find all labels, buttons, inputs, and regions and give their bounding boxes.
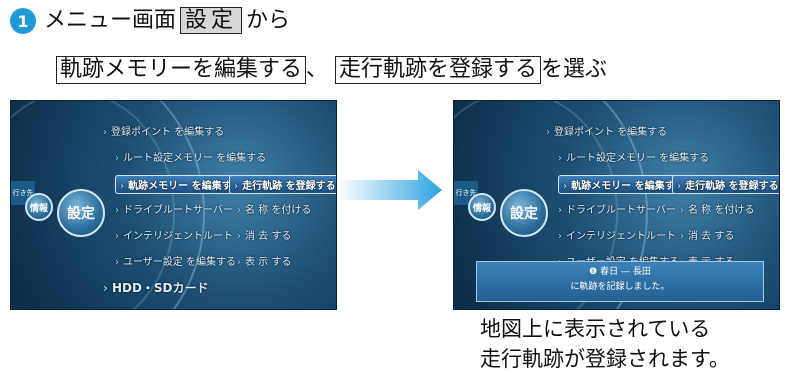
settings-button[interactable]: 設定 xyxy=(500,189,548,237)
option-drive-track-label: 走行軌跡を登録する xyxy=(335,56,542,84)
menu-item-intelligent-route[interactable]: インテリジェントルート xyxy=(558,227,676,242)
menu-item-drive-root[interactable]: ドライブルートサーバー xyxy=(558,201,676,216)
menu-item-user-settings[interactable]: ユーザー設定 を編集する xyxy=(115,253,236,268)
menu-item-name[interactable]: 名 称 を付ける xyxy=(237,201,311,216)
step-number-badge: 1 xyxy=(10,8,36,34)
separator: 、 xyxy=(306,57,329,82)
nav-menu-screen-before: 行き先 情報 設定 登録ポイント を編集する ルート設定メモリー を編集する 軌… xyxy=(10,100,337,310)
menu-item-register-point[interactable]: 登録ポイント を編集する xyxy=(103,123,224,138)
instruction-text: から xyxy=(246,8,291,33)
menu-item-route-settings[interactable]: ルート設定メモリー を編集する xyxy=(115,149,266,164)
instruction-line-1: メニュー画面 設定 から xyxy=(44,6,290,36)
menu-item-track-memory[interactable]: 軌跡メモリー を編集する xyxy=(115,175,247,194)
menu-item-route-settings[interactable]: ルート設定メモリー を編集する xyxy=(558,149,709,164)
settings-key-label: 設定 xyxy=(180,7,243,34)
instruction-text: を選ぶ xyxy=(541,57,608,82)
track-registered-notice: ❶ 春日 ― 長田 に軌跡を記録しました。 xyxy=(476,261,764,302)
instruction-text: メニュー画面 xyxy=(44,8,177,33)
caption-line-1: 地図上に表示されている xyxy=(480,317,711,341)
menu-item-erase[interactable]: 消 去 する xyxy=(237,227,291,242)
menu-item-intelligent-route[interactable]: インテリジェントルート xyxy=(115,227,233,242)
nav-menu-screen-after: 行き先 情報 設定 登録ポイント を編集する ルート設定メモリー を編集する 軌… xyxy=(453,100,780,310)
option-track-memory-label: 軌跡メモリーを編集する xyxy=(56,56,307,84)
menu-item-erase[interactable]: 消 去 する xyxy=(680,227,734,242)
menu-item-drive-root[interactable]: ドライブルートサーバー xyxy=(115,201,233,216)
menu-item-name[interactable]: 名 称 を付ける xyxy=(680,201,754,216)
menu-item-hdd-sd[interactable]: HDD・SDカード xyxy=(103,279,209,296)
menu-item-drive-track[interactable]: 走行軌跡 を登録する xyxy=(229,175,336,194)
info-button[interactable]: 情報 xyxy=(468,193,496,221)
result-caption: 地図上に表示されている 走行軌跡が登録されます。 xyxy=(480,314,730,374)
menu-item-register-point[interactable]: 登録ポイント を編集する xyxy=(546,123,667,138)
settings-button[interactable]: 設定 xyxy=(57,189,105,237)
instruction-line-2: 軌跡メモリーを編集する、 走行軌跡を登録する を選ぶ xyxy=(56,54,607,86)
info-button[interactable]: 情報 xyxy=(25,193,53,221)
notice-route: ❶ 春日 ― 長田 xyxy=(589,267,651,277)
menu-item-display[interactable]: 表 示 する xyxy=(237,253,291,268)
menu-item-drive-track[interactable]: 走行軌跡 を登録する xyxy=(672,175,779,194)
arrow-right-icon xyxy=(338,170,442,210)
notice-message: に軌跡を記録しました。 xyxy=(570,282,670,292)
menu-item-track-memory[interactable]: 軌跡メモリー を編集する xyxy=(558,175,690,194)
